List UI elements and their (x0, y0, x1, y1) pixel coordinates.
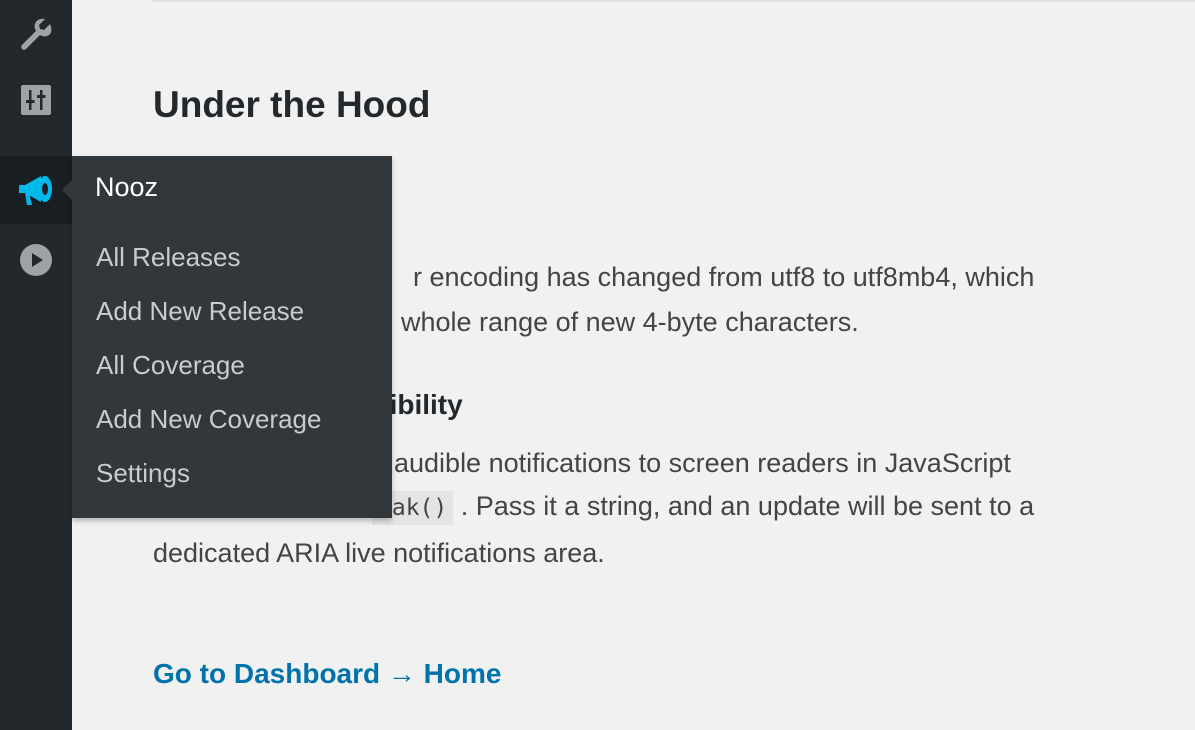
a11y-text-line2: eak() . Pass it a string, and an update … (372, 483, 1132, 531)
menu-item-all-releases[interactable]: All Releases (96, 242, 241, 273)
flyout-title[interactable]: Nooz (95, 172, 158, 203)
menu-item-all-coverage[interactable]: All Coverage (96, 350, 245, 381)
a11y-text-line3: dedicated ARIA live notifications area. (153, 538, 605, 568)
admin-sidebar (0, 0, 72, 730)
divider (152, 0, 1195, 2)
menu-item-add-new-coverage[interactable]: Add New Coverage (96, 404, 321, 435)
dashboard-home-link[interactable]: Go to Dashboard → Home (153, 658, 501, 690)
wrench-icon (21, 18, 52, 50)
sidebar-item-media[interactable] (0, 226, 72, 294)
flyout-pointer (62, 180, 72, 200)
settings-sliders-icon (21, 85, 51, 115)
page-title: Under the Hood (153, 84, 431, 125)
sidebar-item-settings[interactable] (0, 66, 72, 134)
menu-item-add-new-release[interactable]: Add New Release (96, 296, 304, 327)
sidebar-item-tools[interactable] (0, 0, 72, 68)
nooz-flyout-menu: Nooz All Releases Add New Release All Co… (62, 156, 392, 518)
menu-item-settings[interactable]: Settings (96, 458, 190, 489)
a11y-text-line2-rest: . Pass it a string, and an update will b… (460, 491, 1035, 521)
utf8-text-line1: r encoding has changed from utf8 to utf8… (413, 262, 1035, 292)
utf8-text-line2: whole range of new 4-byte characters. (401, 307, 859, 337)
a11y-text-line1: audible notifications to screen readers … (394, 448, 1011, 478)
play-icon (20, 244, 52, 276)
megaphone-icon (19, 176, 52, 205)
